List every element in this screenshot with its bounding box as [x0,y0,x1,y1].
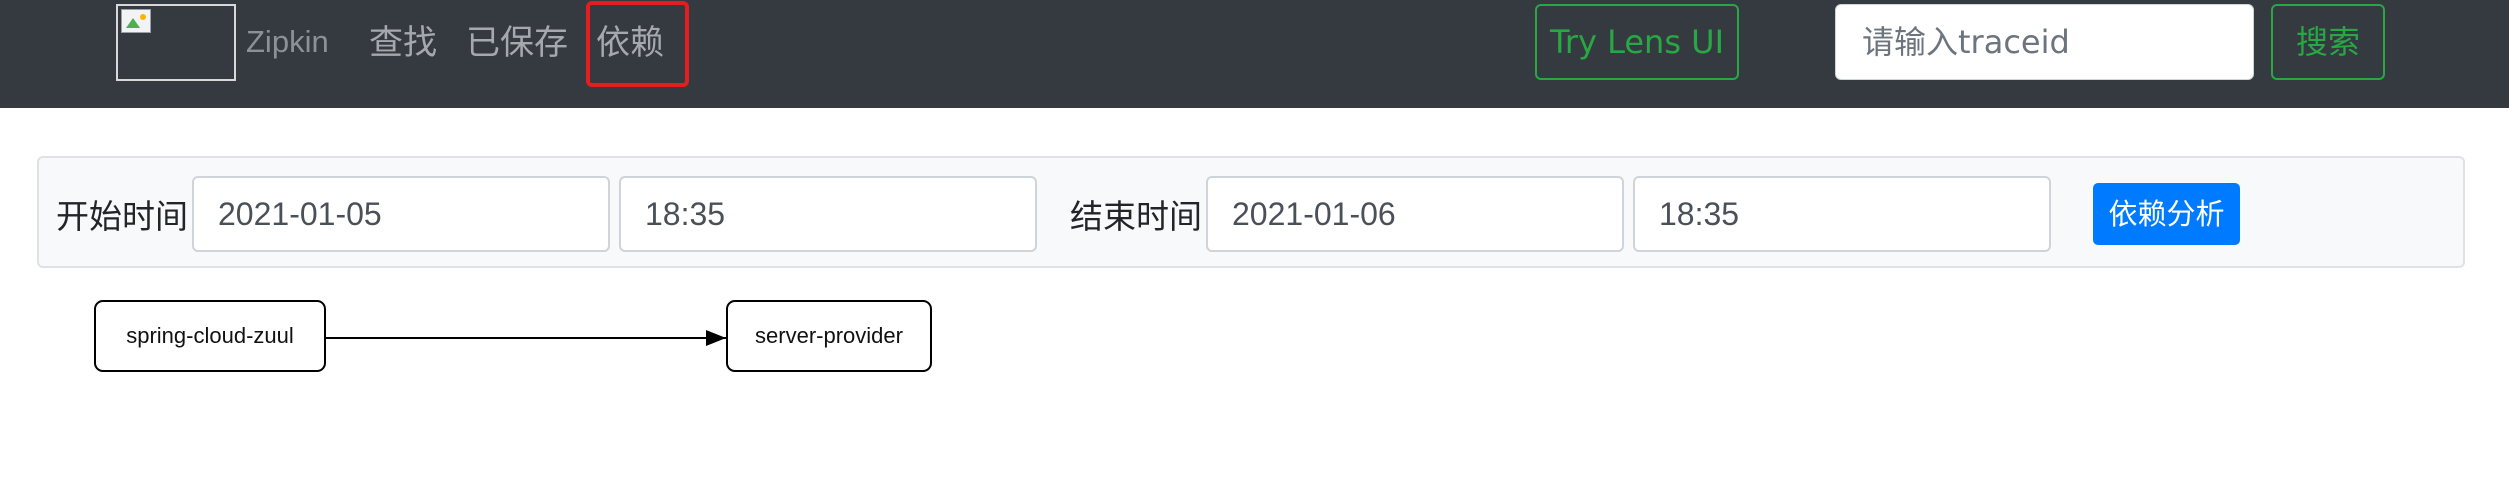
start-time-input[interactable]: 18:35 [619,176,1037,252]
traceid-placeholder: 请输入traceid [1862,23,2070,61]
dependency-graph: spring-cloud-zuul server-provider [0,290,1000,390]
nav-link-saved[interactable]: 已保存 [466,18,568,68]
end-time-label: 结束时间 [1070,197,1202,236]
try-lens-ui-button[interactable]: Try Lens UI [1535,4,1739,80]
broken-image-icon [121,9,151,33]
nav-link-search[interactable]: 查找 [369,18,437,68]
start-date-input[interactable]: 2021-01-05 [192,176,610,252]
end-date-input[interactable]: 2021-01-06 [1206,176,1624,252]
dependency-analysis-button[interactable]: 依赖分析 [2093,183,2240,245]
start-time-label: 开始时间 [56,197,188,236]
brand-logo-broken-image[interactable] [116,4,236,81]
dependency-filter-panel: 开始时间 2021-01-05 18:35 结束时间 2021-01-06 18… [37,156,2465,268]
top-navbar: Zipkin 查找 已保存 依赖 Try Lens UI 请输入traceid … [0,0,2509,108]
brand-name[interactable]: Zipkin [246,20,329,64]
graph-node-server-provider[interactable]: server-provider [726,300,932,372]
end-time-input[interactable]: 18:35 [1633,176,2051,252]
search-button[interactable]: 搜索 [2271,4,2385,80]
graph-node-spring-cloud-zuul[interactable]: spring-cloud-zuul [94,300,326,372]
traceid-search-input[interactable]: 请输入traceid [1835,4,2254,80]
active-nav-highlight-box [586,1,689,87]
